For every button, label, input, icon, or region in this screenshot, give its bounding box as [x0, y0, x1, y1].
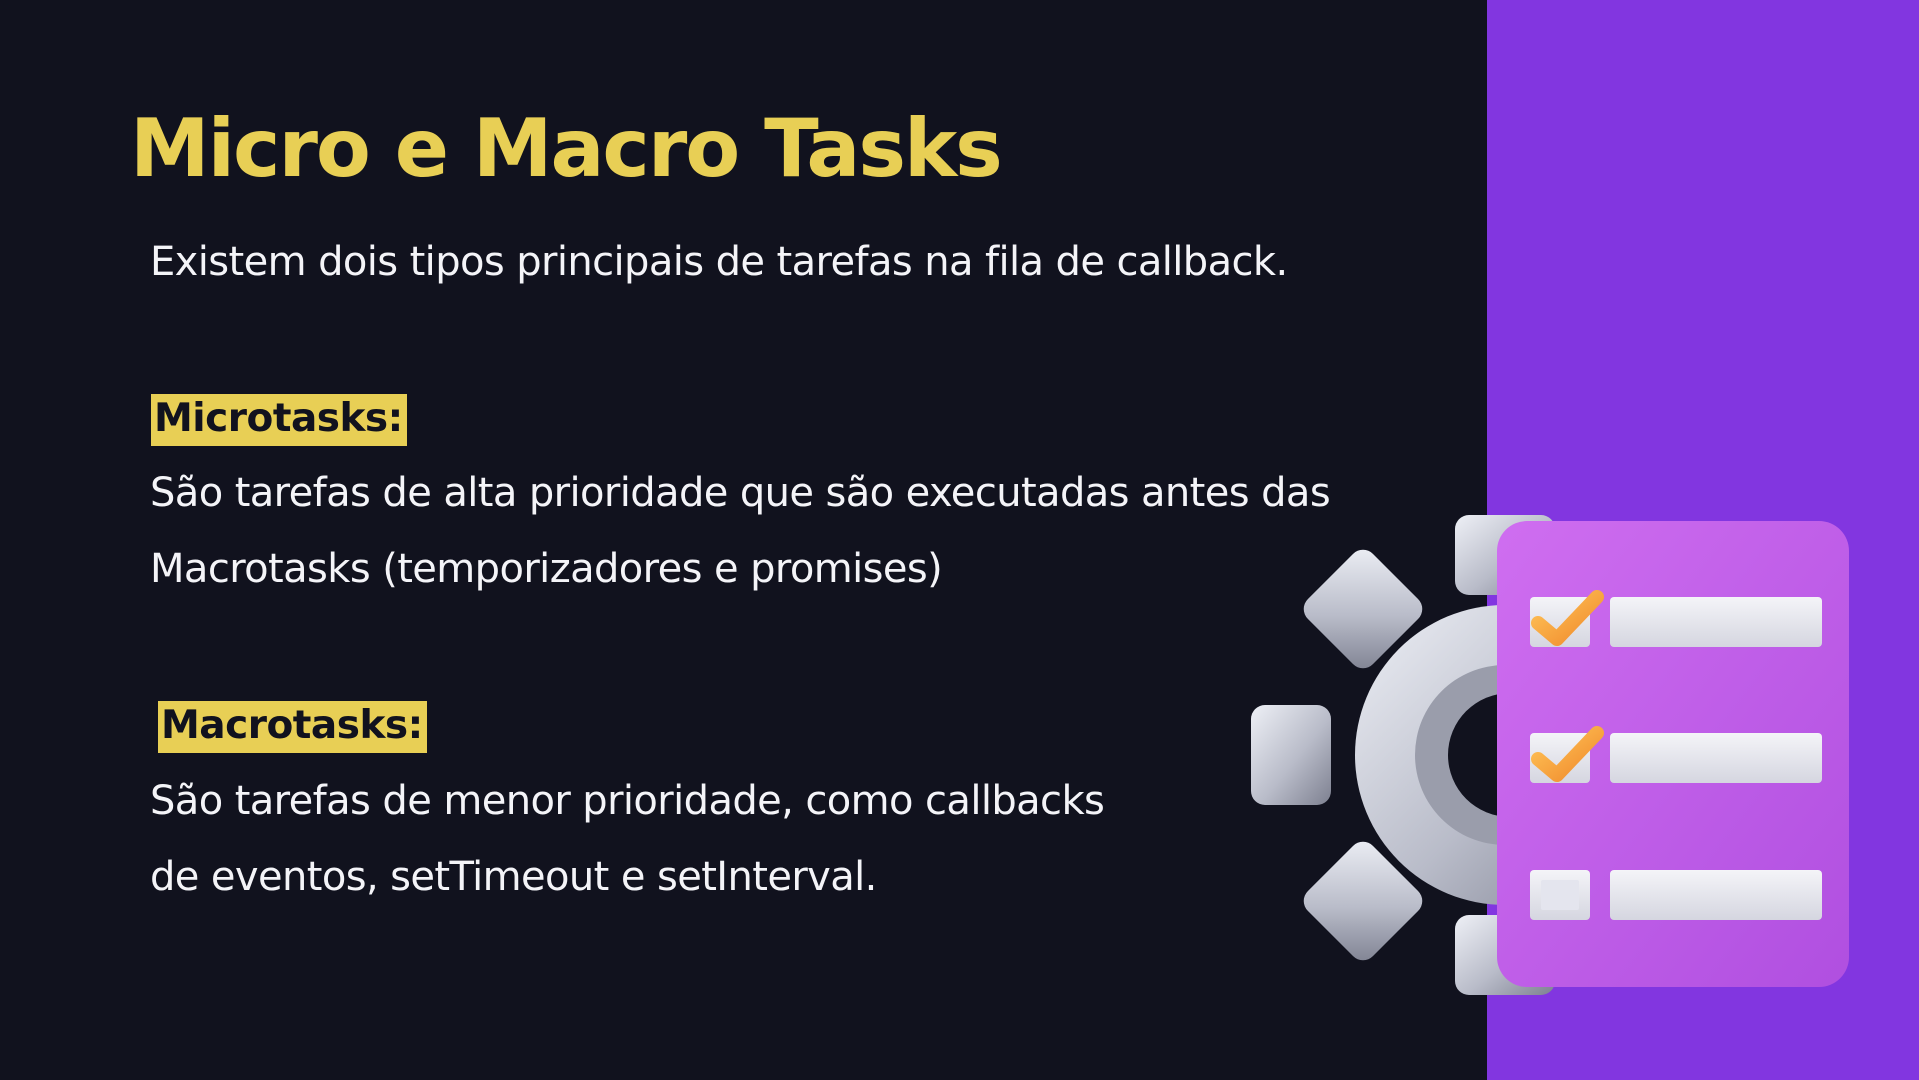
checklist-row-1 [1530, 590, 1822, 647]
checklist-row-3 [1530, 870, 1822, 920]
checklist-row-2 [1530, 726, 1822, 783]
microtasks-description-line-2: Macrotasks (temporizadores e promises) [150, 546, 943, 592]
intro-text: Existem dois tipos principais de tarefas… [150, 239, 1288, 285]
gear-checklist-icon [1251, 515, 1849, 995]
macrotasks-label: Macrotasks: [158, 701, 427, 753]
slide-title: Micro e Macro Tasks [130, 102, 1003, 195]
slide: Micro e Macro Tasks Existem dois tipos p… [0, 0, 1919, 1080]
microtasks-label: Microtasks: [151, 394, 407, 446]
macrotasks-description-line-2: de eventos, setTimeout e setInterval. [150, 854, 877, 900]
macrotasks-description-line-1: São tarefas de menor prioridade, como ca… [150, 778, 1105, 824]
microtasks-description-line-1: São tarefas de alta prioridade que são e… [150, 470, 1331, 516]
